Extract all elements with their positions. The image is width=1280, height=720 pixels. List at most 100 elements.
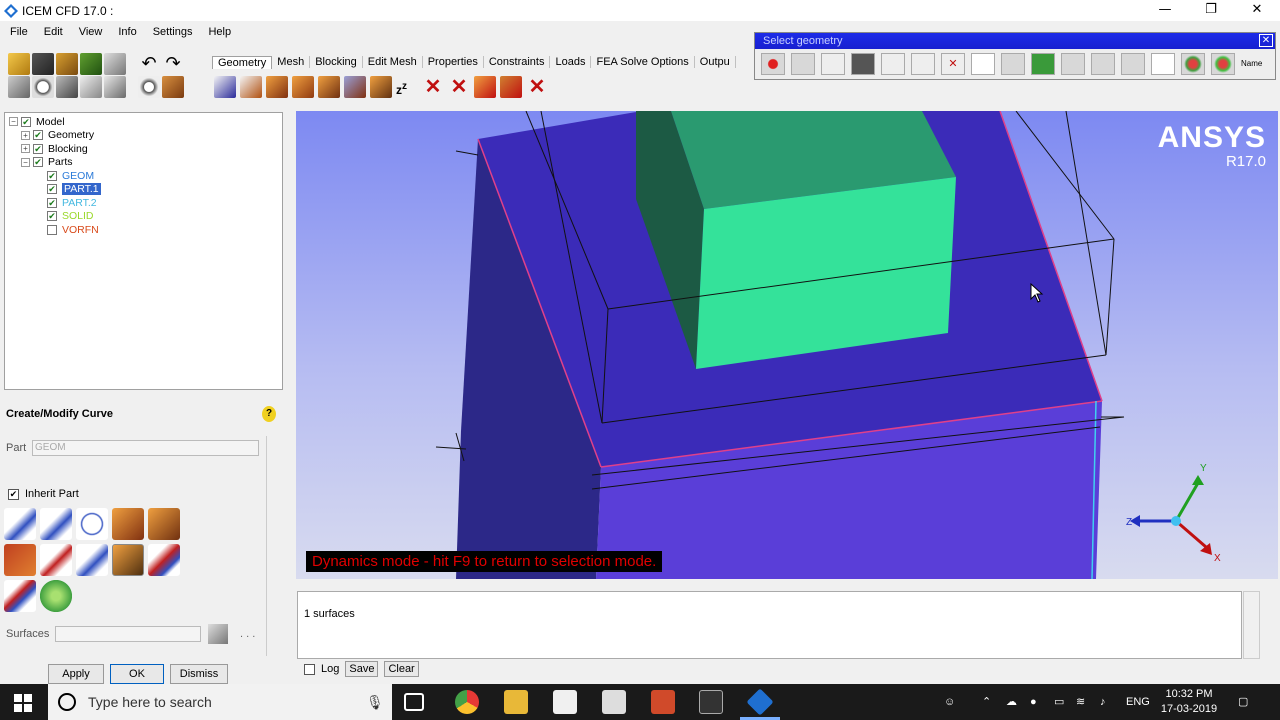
refresh-icon[interactable] [104, 76, 126, 98]
file-explorer-icon[interactable] [504, 690, 528, 714]
tree-part-geom[interactable]: ✔ GEOM [9, 169, 278, 183]
collapse-icon[interactable]: − [9, 117, 18, 127]
tab-fea-solve-options[interactable]: FEA Solve Options [591, 56, 695, 68]
part-select[interactable]: GEOM [32, 440, 259, 456]
onedrive-icon[interactable]: ☁ [1006, 684, 1017, 720]
select-geometry-close-icon[interactable]: ✕ [1259, 34, 1273, 47]
tab-edit-mesh[interactable]: Edit Mesh [363, 56, 423, 68]
icem-taskbar-icon[interactable] [746, 688, 774, 716]
modify-curve-icon[interactable] [148, 544, 180, 576]
select-loop-icon[interactable] [1151, 53, 1175, 75]
transform-icon[interactable] [344, 76, 366, 98]
redo-icon[interactable]: ↷ [162, 53, 184, 75]
delete-point-icon[interactable]: ✕ [422, 76, 444, 98]
people-icon[interactable]: ☺ [944, 684, 955, 720]
box-select-icon[interactable] [971, 53, 995, 75]
geometry-repair-icon[interactable] [318, 76, 340, 98]
mail-icon[interactable] [602, 690, 626, 714]
delete-any-icon[interactable]: ✕ [526, 76, 548, 98]
solid-view-icon[interactable] [162, 76, 184, 98]
checkbox-icon[interactable]: ✔ [47, 211, 57, 222]
checkbox-icon[interactable]: ✔ [47, 184, 57, 195]
checkbox-icon[interactable]: ✔ [47, 170, 57, 181]
action-center-icon[interactable]: ▢ [1238, 684, 1248, 720]
task-view-icon[interactable] [404, 693, 424, 711]
select-points-icon[interactable] [821, 53, 845, 75]
checkbox-icon[interactable]: ✔ [47, 197, 57, 208]
select-all-visible-icon[interactable] [791, 53, 815, 75]
tab-constraints[interactable]: Constraints [484, 56, 551, 68]
tray-chevron-icon[interactable]: ⌃ [982, 684, 991, 720]
select-toggle-icon[interactable] [761, 53, 785, 75]
expand-icon[interactable]: + [21, 130, 30, 140]
menu-settings[interactable]: Settings [143, 26, 199, 38]
open-project-icon[interactable] [8, 53, 30, 75]
dismiss-button[interactable]: Dismiss [170, 664, 228, 684]
command-prompt-icon[interactable] [699, 690, 723, 714]
close-button[interactable]: ✕ [1234, 0, 1280, 21]
measure-icon[interactable] [56, 76, 78, 98]
wireframe-icon[interactable] [138, 76, 160, 98]
tab-blocking[interactable]: Blocking [310, 56, 363, 68]
maximize-button[interactable]: ❐ [1188, 0, 1234, 21]
tree-node-model[interactable]: − ✔ Model [9, 115, 278, 129]
select-parts-icon[interactable] [1211, 53, 1235, 75]
tree-part-vorfn[interactable]: VORFN [9, 223, 278, 237]
select-by-part-icon[interactable] [1061, 53, 1085, 75]
microphone-icon[interactable]: 🎙 [366, 694, 384, 711]
chrome-icon[interactable] [455, 690, 479, 714]
tree-node-blocking[interactable]: + ✔ Blocking [9, 142, 278, 156]
battery-icon[interactable]: ▭ [1054, 684, 1064, 720]
tree-node-parts[interactable]: − ✔ Parts [9, 156, 278, 170]
log-checkbox[interactable] [304, 663, 315, 675]
tree-node-geometry[interactable]: + ✔ Geometry [9, 129, 278, 143]
segment-curve-icon[interactable] [40, 544, 72, 576]
undo-icon[interactable]: ↶ [138, 53, 160, 75]
select-attached-icon[interactable] [1121, 53, 1145, 75]
select-by-name-button[interactable]: Name [1241, 53, 1267, 75]
message-scrollbar[interactable] [1243, 591, 1260, 659]
fit-window-icon[interactable] [8, 76, 30, 98]
checkbox-icon[interactable] [47, 224, 57, 235]
arc-from-points-icon[interactable] [40, 508, 72, 540]
volume-icon[interactable]: ♪ [1100, 684, 1106, 720]
menu-info[interactable]: Info [108, 26, 142, 38]
save-log-button[interactable]: Save [345, 661, 379, 677]
inherit-part-checkbox[interactable]: ✔ [8, 488, 19, 500]
tab-properties[interactable]: Properties [423, 56, 484, 68]
menu-view[interactable]: View [69, 26, 109, 38]
create-curve-icon[interactable] [240, 76, 262, 98]
checkbox-icon[interactable]: ✔ [33, 143, 43, 154]
part-select-icon[interactable] [1031, 53, 1055, 75]
language-indicator[interactable]: ENG [1126, 684, 1150, 720]
apply-button[interactable]: Apply [48, 664, 104, 684]
select-curves-icon[interactable] [851, 53, 875, 75]
graphics-viewport[interactable]: ANSYS R17.0 Y Z X Dynamics mode - hit F9… [296, 111, 1278, 579]
taskbar-search[interactable]: Type here to search 🎙 [48, 684, 392, 720]
clear-log-button[interactable]: Clear [384, 661, 419, 677]
extract-edges-icon[interactable] [112, 544, 144, 576]
menu-edit[interactable]: Edit [34, 26, 69, 38]
store-icon[interactable] [553, 690, 577, 714]
collapse-icon[interactable]: − [21, 157, 30, 167]
create-point-icon[interactable] [214, 76, 236, 98]
bspline-sphere-icon[interactable] [40, 580, 72, 612]
select-by-family-icon[interactable] [1091, 53, 1115, 75]
tree-part-part1[interactable]: ✔ PART.1 [9, 183, 278, 197]
tab-mesh[interactable]: Mesh [272, 56, 311, 68]
tree-part-solid[interactable]: ✔ SOLID [9, 210, 278, 224]
create-surface-icon[interactable] [266, 76, 288, 98]
midline-icon[interactable] [4, 580, 36, 612]
select-bodies-icon[interactable] [911, 53, 935, 75]
menu-file[interactable]: File [0, 26, 34, 38]
project-curve-icon[interactable] [4, 544, 36, 576]
restore-icon[interactable] [370, 76, 392, 98]
circle-center-icon[interactable] [76, 508, 108, 540]
inherit-part-row[interactable]: ✔ Inherit Part [8, 488, 79, 500]
wifi-icon[interactable]: ≋ [1076, 684, 1085, 720]
checkbox-icon[interactable]: ✔ [21, 116, 31, 127]
polygon-select-icon[interactable] [1001, 53, 1025, 75]
delete-curve-icon[interactable]: ✕ [448, 76, 470, 98]
deselect-icon[interactable]: ✕ [941, 53, 965, 75]
checkbox-icon[interactable]: ✔ [33, 130, 43, 141]
